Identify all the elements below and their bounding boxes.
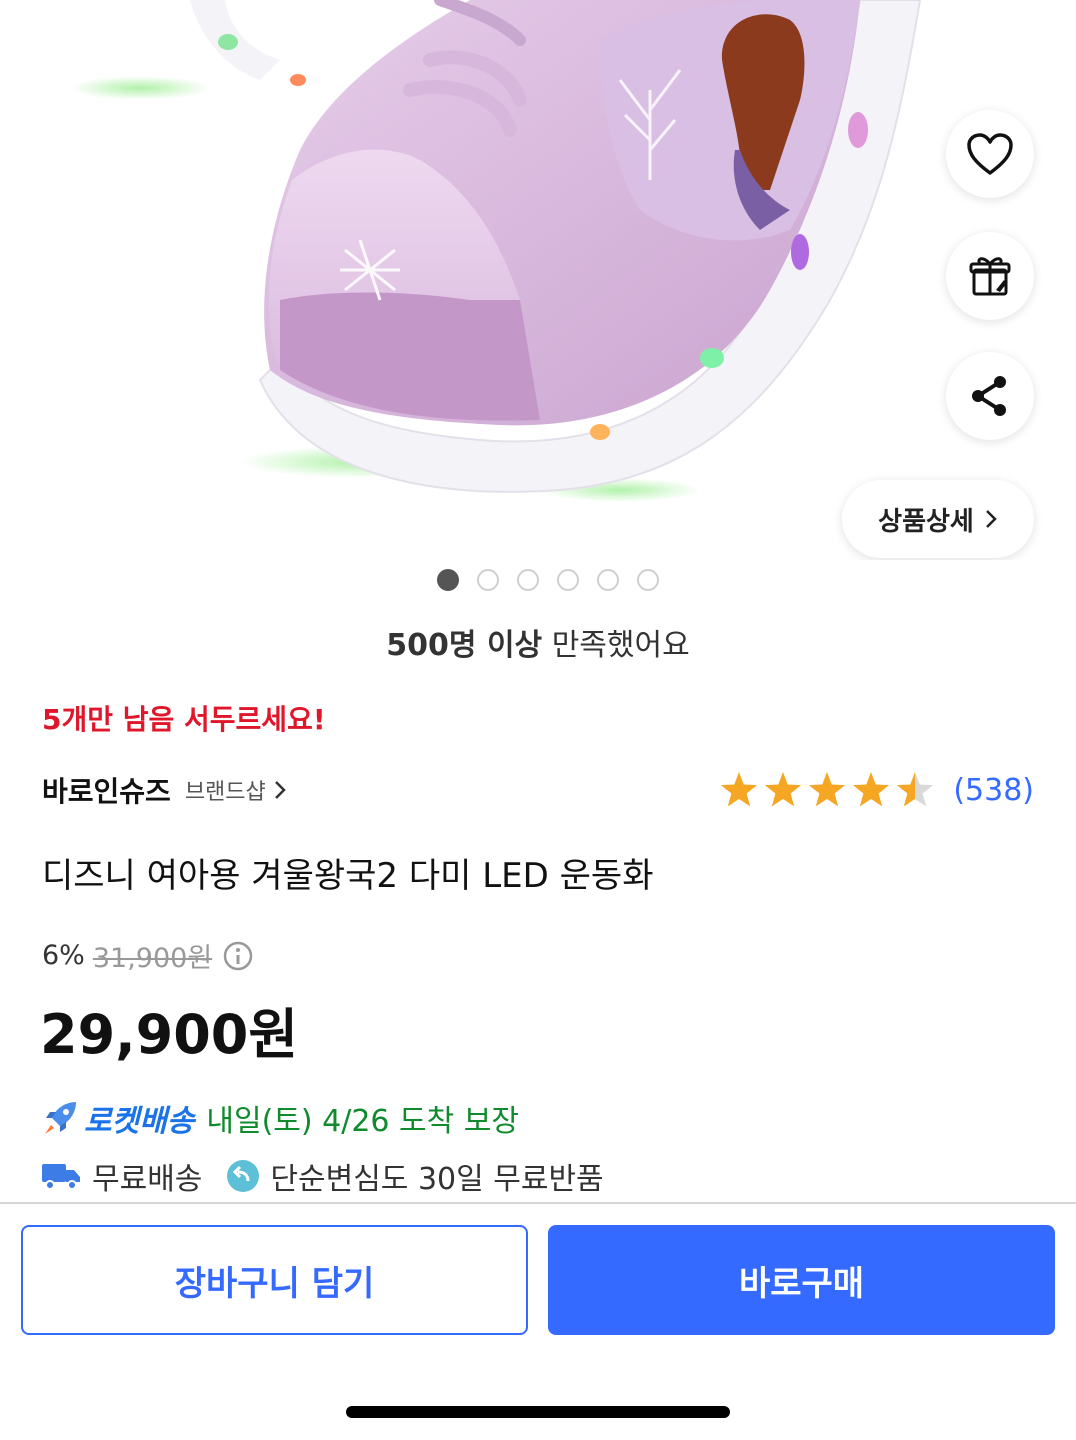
gift-icon bbox=[969, 257, 1011, 296]
rating-star bbox=[809, 772, 846, 807]
shipping-info-row: 무료배송 단순변심도 30일 무료반품 bbox=[40, 1154, 604, 1198]
rocket-delivery-label: 로켓배송 bbox=[84, 1104, 195, 1139]
review-count[interactable]: (538) bbox=[953, 773, 1034, 808]
gift-button[interactable] bbox=[946, 232, 1034, 320]
stock-alert: 5개만 남음 서두르세요! bbox=[42, 703, 326, 736]
buy-now-label: 바로구매 bbox=[738, 1263, 865, 1304]
brand-rating-row: 바로인슈즈 브랜드샵 (538) bbox=[42, 768, 1034, 812]
product-rating[interactable]: (538) bbox=[717, 770, 1034, 810]
brand-name[interactable]: 바로인슈즈 bbox=[42, 770, 171, 810]
bottom-bar-divider bbox=[0, 1202, 1076, 1204]
carousel-dot[interactable] bbox=[517, 569, 539, 591]
product-image-carousel[interactable]: 상품상세 bbox=[0, 0, 1076, 560]
rating-star bbox=[721, 772, 758, 807]
buy-now-button[interactable]: 바로구매 bbox=[548, 1225, 1055, 1335]
original-price: 31,900원 bbox=[92, 943, 213, 974]
satisfaction-text: 만족했어요 bbox=[551, 628, 690, 663]
add-to-cart-button[interactable]: 장바구니 담기 bbox=[21, 1225, 528, 1335]
share-button[interactable] bbox=[946, 352, 1034, 440]
carousel-pagination bbox=[0, 569, 1076, 591]
share-icon bbox=[972, 376, 1006, 416]
price-discount-row: 6% 31,900원 bbox=[42, 936, 254, 975]
chevron-right-icon bbox=[985, 510, 997, 528]
carousel-dot[interactable] bbox=[637, 569, 659, 591]
carousel-dot[interactable] bbox=[437, 569, 459, 591]
info-icon[interactable] bbox=[222, 940, 254, 972]
rating-star bbox=[853, 772, 890, 807]
heart-icon bbox=[967, 133, 1013, 175]
rating-star bbox=[765, 772, 802, 807]
carousel-dot[interactable] bbox=[557, 569, 579, 591]
add-to-cart-label: 장바구니 담기 bbox=[174, 1263, 375, 1304]
satisfaction-count: 500명 이상 bbox=[386, 628, 543, 663]
free-shipping: 무료배송 bbox=[92, 1162, 203, 1197]
star-rating-icon bbox=[721, 772, 934, 807]
rocket-icon bbox=[45, 1102, 76, 1134]
rating-star bbox=[897, 772, 934, 807]
brand-shop-link[interactable]: 브랜드샵 bbox=[185, 774, 266, 806]
arrival-guarantee: 내일(토) 4/26 도착 보장 bbox=[206, 1104, 519, 1139]
wishlist-button[interactable] bbox=[946, 110, 1034, 198]
discount-rate: 6% bbox=[42, 940, 85, 971]
product-title: 디즈니 여아용 겨울왕국2 다미 LED 운동화 bbox=[42, 856, 654, 896]
free-return: 단순변심도 30일 무료반품 bbox=[270, 1162, 604, 1197]
carousel-dot[interactable] bbox=[477, 569, 499, 591]
rocket-delivery-row: 로켓배송 내일(토) 4/26 도착 보장 bbox=[40, 1096, 519, 1140]
product-detail-button[interactable]: 상품상세 bbox=[842, 480, 1034, 558]
home-indicator[interactable] bbox=[346, 1406, 730, 1418]
product-detail-label: 상품상세 bbox=[878, 506, 974, 537]
return-icon bbox=[227, 1160, 260, 1192]
truck-icon bbox=[42, 1164, 80, 1190]
carousel-dot[interactable] bbox=[597, 569, 619, 591]
chevron-right-icon[interactable] bbox=[272, 777, 288, 803]
sale-price: 29,900원 bbox=[40, 1003, 299, 1066]
satisfaction-summary: 500명 이상 만족했어요 bbox=[0, 620, 1076, 664]
product-image bbox=[70, 0, 922, 502]
